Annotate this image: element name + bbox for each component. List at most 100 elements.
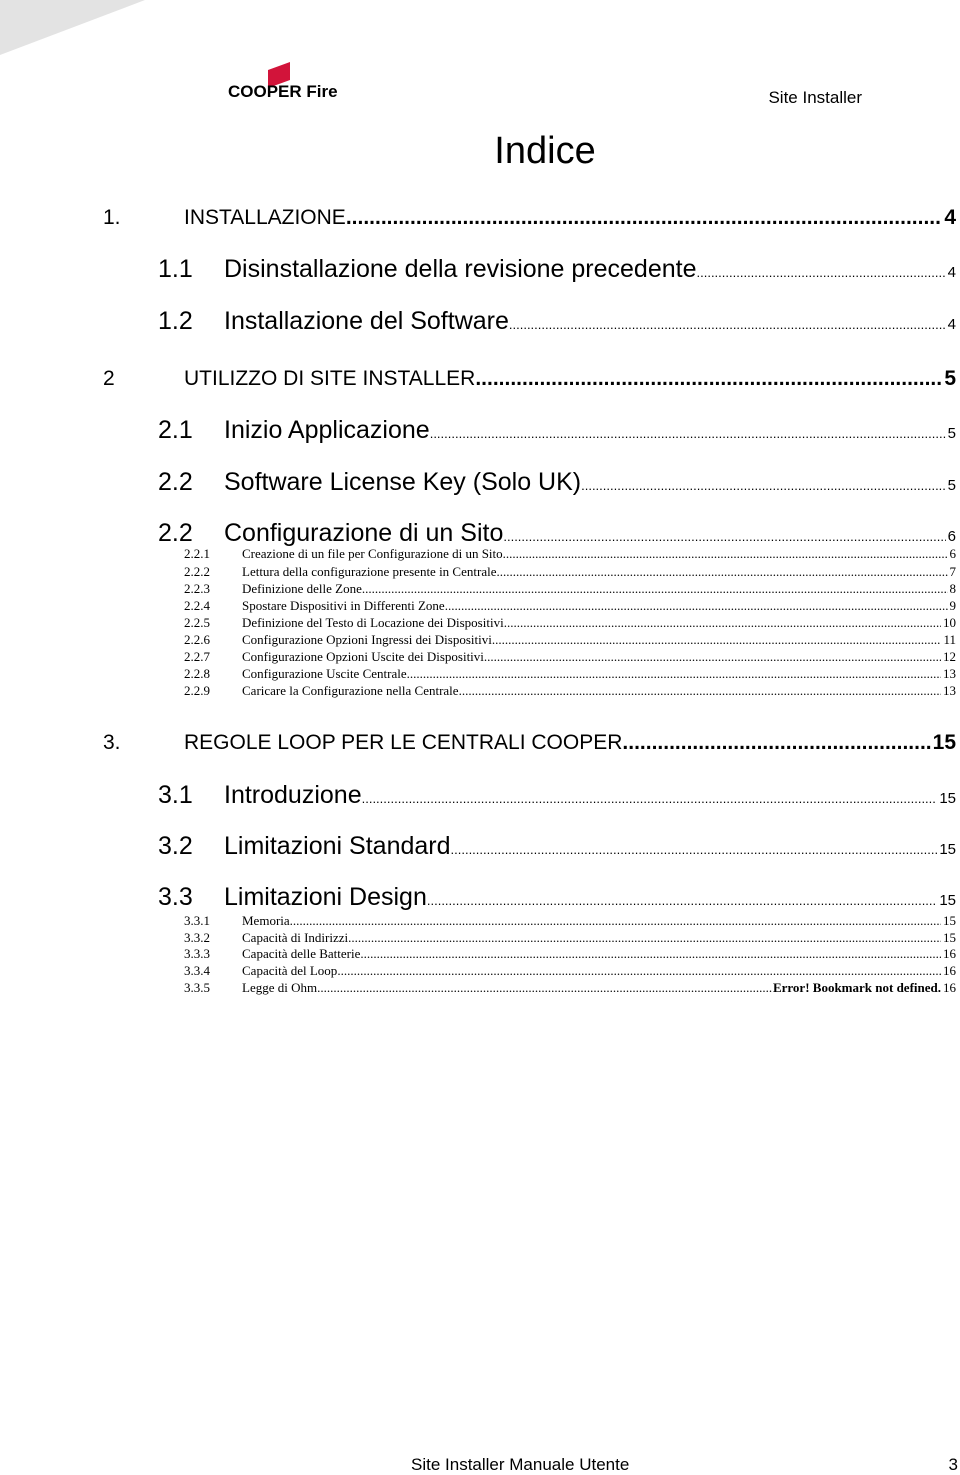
toc-entry-line: Capacità di Indirizzi...................…: [242, 930, 956, 946]
toc-leader-dots: ........................................…: [429, 426, 946, 441]
toc-entry-number: 3.3.3: [184, 946, 210, 961]
toc-leader-dots: ........................................…: [361, 791, 938, 806]
logo-text: COOPER Fire: [228, 82, 338, 101]
toc-entry-line: Definizione del Testo di Locazione dei D…: [242, 615, 956, 631]
toc-entry-label: Capacità di Indirizzi: [242, 930, 349, 945]
toc-entry-page: 7: [949, 564, 957, 579]
toc-entry-label: Introduzione: [224, 781, 362, 809]
toc-entry-number: 2.2.1: [184, 546, 210, 561]
toc-entry-page: 5: [944, 367, 956, 390]
toc-entry-number: 1.2: [158, 307, 193, 335]
toc-entry-page: 15: [932, 731, 956, 754]
toc-entry-line: Limitazioni Design......................…: [224, 883, 956, 912]
footer-page-number: 3: [948, 1455, 958, 1474]
toc-entry-page: 6: [949, 546, 957, 561]
toc-leader-dots: ........................................…: [406, 666, 941, 681]
toc-entry-line: Lettura della configurazione presente in…: [242, 564, 956, 580]
toc-leader-dots: ........................................…: [496, 564, 947, 579]
toc-leader-dots: ........................................…: [502, 546, 948, 561]
cooper-fire-logo: COOPER Fire: [228, 61, 353, 104]
toc-entry-page: 13: [943, 666, 956, 681]
toc-entry-page: 12: [943, 649, 956, 664]
toc-entry-page: 13: [943, 683, 956, 698]
toc-leader-dots: ........................................…: [508, 317, 946, 332]
toc-leader-dots: ........................................…: [581, 478, 946, 493]
toc-entry-label: Memoria: [242, 913, 290, 928]
toc-entry-number: 2.2.9: [184, 683, 210, 698]
page-corner-decoration: [0, 0, 145, 55]
toc-leader-dots: ........................................…: [622, 731, 931, 754]
toc-leader-dots: ........................................…: [696, 265, 946, 280]
toc-entry-page: 8: [949, 581, 957, 596]
toc-entry-label: Capacità del Loop: [242, 963, 338, 978]
toc-entry-page: 4: [947, 316, 956, 333]
toc-entry-line: Installazione del Software..............…: [224, 307, 956, 336]
toc-entry-line: Definizione delle Zone..................…: [242, 581, 956, 597]
toc-entry-page: 15: [939, 841, 956, 858]
toc-entry-line: Memoria.................................…: [242, 913, 956, 929]
toc-bookmark-error: Error! Bookmark not defined.: [772, 980, 941, 995]
toc-entry-number: 1.1: [158, 255, 193, 283]
toc-entry-number: 1.: [103, 206, 121, 229]
toc-leader-dots: ........................................…: [444, 598, 948, 613]
toc-entry-label: Lettura della configurazione presente in…: [242, 564, 497, 579]
toc-entry-label: Caricare la Configurazione nella Central…: [242, 683, 459, 698]
toc-leader-dots: ........................................…: [458, 683, 941, 698]
toc-entry-number: 3.3.5: [184, 980, 210, 995]
toc-entry-page: 9: [949, 598, 957, 613]
toc-entry-line: Configurazione Opzioni Ingressi dei Disp…: [242, 632, 956, 648]
toc-entry-number: 2.2.8: [184, 666, 210, 681]
toc-leader-dots: ........................................…: [483, 649, 941, 664]
toc-entry-page: 16: [943, 946, 956, 961]
toc-entry-number: 2.2.7: [184, 649, 210, 664]
toc-leader-dots: ........................................…: [450, 842, 938, 857]
toc-entry-number: 2.2.5: [184, 615, 210, 630]
toc-entry-line: Software License Key (Solo UK)..........…: [224, 468, 956, 497]
toc-entry-line: Legge di Ohm............................…: [242, 980, 956, 996]
toc-entry-number: 2: [103, 367, 115, 390]
toc-entry-label: INSTALLAZIONE: [184, 206, 346, 229]
page-title: Indice: [494, 130, 596, 172]
toc-entry-line: Configurazione Opzioni Uscite dei Dispos…: [242, 649, 956, 665]
toc-entry-line: Introduzione............................…: [224, 781, 956, 810]
toc-entry-label: Inizio Applicazione: [224, 416, 430, 444]
toc-entry-number: 2.2.4: [184, 598, 210, 613]
toc-entry-line: REGOLE LOOP PER LE CENTRALI COOPER......…: [184, 731, 956, 755]
toc-entry-label: Legge di Ohm: [242, 980, 318, 995]
toc-entry-line: Inizio Applicazione.....................…: [224, 416, 956, 445]
toc-entry-page: 10: [943, 615, 956, 630]
toc-entry-line: Capacità del Loop.......................…: [242, 963, 956, 979]
toc-entry-label: Limitazioni Standard: [224, 832, 451, 860]
toc-entry-line: INSTALLAZIONE...........................…: [184, 206, 956, 230]
toc-entry-page: 5: [947, 477, 956, 494]
toc-entry-line: Configurazione Uscite Centrale..........…: [242, 666, 956, 682]
toc-leader-dots: ........................................…: [503, 615, 941, 630]
toc-leader-dots: ........................................…: [317, 980, 773, 995]
toc-entry-line: Capacità delle Batterie.................…: [242, 946, 956, 962]
toc-entry-number: 3.1: [158, 781, 193, 809]
toc-entry-label: Definizione delle Zone: [242, 581, 362, 596]
toc-leader-dots: ........................................…: [360, 946, 941, 961]
toc-entry-label: Spostare Dispositivi in Differenti Zone: [242, 598, 445, 613]
toc-entry-number: 3.3.2: [184, 930, 210, 945]
toc-leader-dots: ........................................…: [491, 632, 942, 647]
toc-entry-page: 16: [943, 980, 956, 995]
toc-entry-label: Configurazione Uscite Centrale: [242, 666, 407, 681]
toc-entry-page: 6: [947, 528, 956, 545]
toc-entry-number: 3.3: [158, 883, 193, 911]
toc-entry-line: Spostare Dispositivi in Differenti Zone.…: [242, 598, 956, 614]
toc-entry-number: 3.3.4: [184, 963, 210, 978]
toc-entry-label: Configurazione Opzioni Uscite dei Dispos…: [242, 649, 484, 664]
toc-entry-label: Limitazioni Design: [224, 883, 427, 911]
toc-leader-dots: ........................................…: [348, 930, 941, 945]
toc-entry-number: 2.2: [158, 468, 193, 496]
toc-entry-number: 2.2.2: [184, 564, 210, 579]
toc-entry-number: 2.2: [158, 519, 193, 547]
toc-entry-label: Capacità delle Batterie: [242, 946, 361, 961]
toc-entry-page: 15: [939, 790, 956, 807]
toc-leader-dots: ........................................…: [475, 367, 943, 390]
toc-leader-dots: ........................................…: [337, 963, 941, 978]
toc-entry-page: 15: [943, 930, 956, 945]
toc-entry-label: Definizione del Testo di Locazione dei D…: [242, 615, 504, 630]
toc-entry-label: Installazione del Software: [224, 307, 509, 335]
